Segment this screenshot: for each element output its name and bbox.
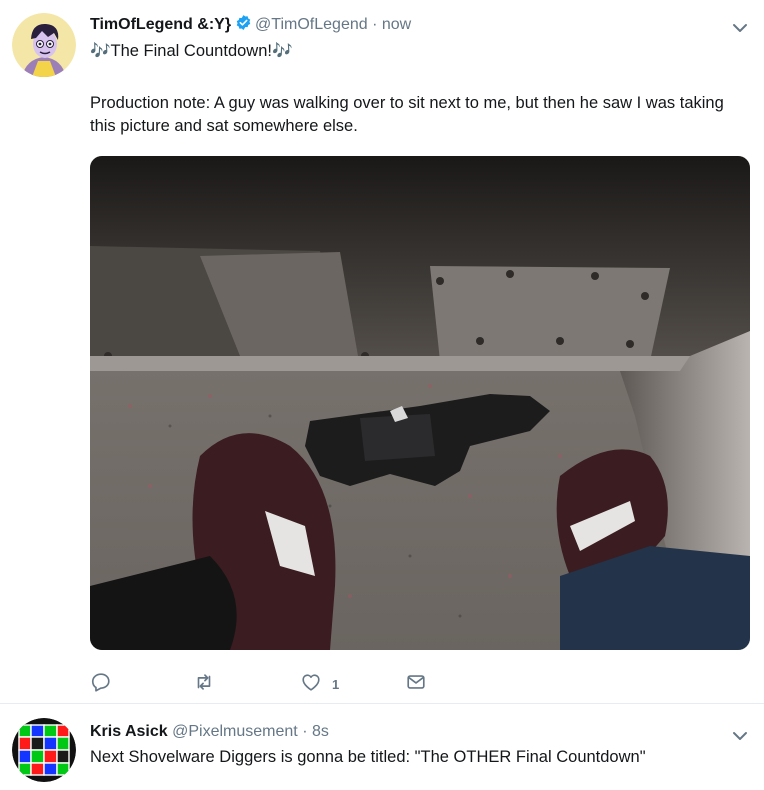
handle[interactable]: @TimOfLegend	[255, 16, 368, 33]
avatar[interactable]	[12, 718, 76, 782]
tweet-header: TimOfLegend &:Y} @TimOfLegend · now	[90, 14, 411, 37]
tweet-card[interactable]: Kris Asick @Pixelmusement · 8s Next Shov…	[0, 703, 764, 790]
tweet-card[interactable]: TimOfLegend &:Y} @TimOfLegend · now 🎶The …	[0, 0, 764, 703]
tweet-text: Production note: A guy was walking over …	[90, 94, 724, 135]
tweet-headline: 🎶The Final Countdown!🎶	[90, 42, 293, 60]
separator-dot: ·	[372, 16, 378, 33]
display-name[interactable]: TimOfLegend &:Y}	[90, 16, 231, 33]
heart-icon	[300, 671, 322, 698]
retweet-icon	[193, 671, 215, 698]
handle[interactable]: @Pixelmusement	[172, 723, 298, 740]
avatar[interactable]	[12, 13, 76, 77]
verified-badge-icon	[235, 14, 252, 37]
chevron-down-icon[interactable]	[732, 728, 748, 744]
envelope-icon	[405, 671, 427, 698]
timestamp[interactable]: now	[382, 16, 411, 33]
timestamp[interactable]: 8s	[312, 723, 329, 740]
tweet-header: Kris Asick @Pixelmusement · 8s	[90, 722, 329, 742]
reply-icon	[90, 671, 112, 698]
like-count: 1	[332, 676, 340, 692]
chevron-down-icon[interactable]	[732, 20, 748, 36]
like-button[interactable]: 1	[300, 672, 339, 696]
retweet-button[interactable]	[193, 672, 225, 696]
direct-message-button[interactable]	[405, 672, 437, 696]
display-name[interactable]: Kris Asick	[90, 723, 168, 740]
separator-dot: ·	[302, 723, 308, 740]
tweet-photo[interactable]	[90, 156, 750, 650]
reply-button[interactable]	[90, 672, 122, 696]
tweet-text: Next Shovelware Diggers is gonna be titl…	[90, 748, 646, 766]
